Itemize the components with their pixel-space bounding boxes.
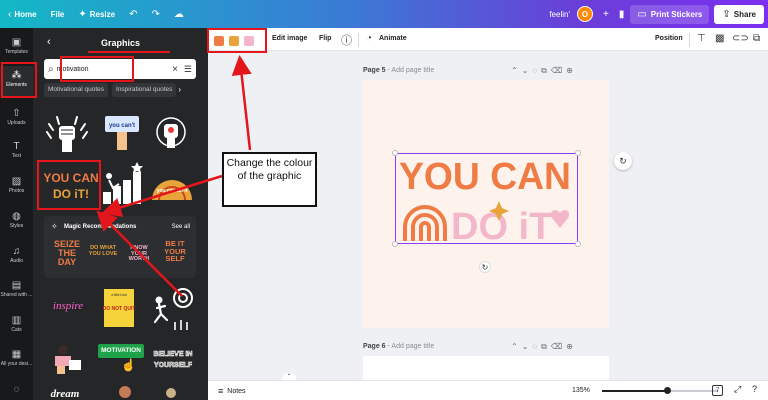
canva-editor: ‹ Home File ✦ Resize ↶ ↷ ☁ feelin' O + ▮… bbox=[0, 0, 768, 400]
arrow-to-thumbnail-diagonal bbox=[96, 210, 183, 297]
arrow-to-colors bbox=[231, 55, 252, 151]
annotation-callout: Change the colour of the graphic bbox=[222, 152, 317, 207]
arrow-to-thumbnail-horizontal bbox=[101, 174, 223, 218]
annotation-arrows bbox=[96, 55, 252, 297]
